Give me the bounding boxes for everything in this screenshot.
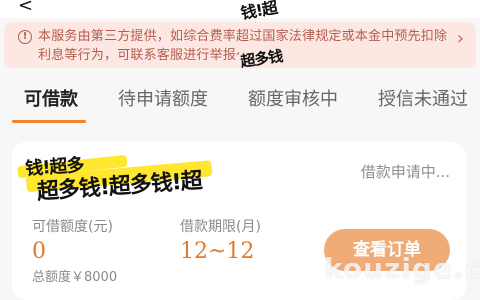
handwritten-stamp-top: 钱!超 <box>239 0 279 23</box>
loan-status-tabs: 可借款 待申请额度 额度审核中 授信未通过 <box>0 78 480 128</box>
tab-credit-failed[interactable]: 授信未通过 <box>378 88 468 116</box>
loan-application-status: 借款申请中... <box>360 163 450 181</box>
tab-limit-review[interactable]: 额度审核中 <box>248 88 338 116</box>
loan-term-value: 12~12 <box>180 239 255 264</box>
tab-pending-limit[interactable]: 待申请额度 <box>118 88 208 116</box>
top-navigation-strip: < 钱!超 <box>0 0 480 23</box>
chevron-right-icon[interactable]: › <box>457 30 464 48</box>
handwritten-highlight-stamp: 钱!超多 超多钱!超多钱!超 <box>16 143 230 208</box>
loan-term-label: 借款期限(月) <box>180 219 261 235</box>
site-watermark: kouzige.c <box>324 252 480 285</box>
active-tab-indicator <box>12 120 86 123</box>
compliance-notice[interactable]: ! 本服务由第三方提供，如综合费率超过国家法律规定或本金中预先扣除利息等行为，可… <box>4 22 476 68</box>
credit-limit-value: 0 <box>32 239 46 264</box>
total-limit: 总额度￥8000 <box>32 270 118 285</box>
tab-available-loan[interactable]: 可借款 <box>24 88 78 116</box>
info-circle-icon: ! <box>18 30 32 44</box>
loan-app-screen: < 钱!超 ! 本服务由第三方提供，如综合费率超过国家法律规定或本金中预先扣除利… <box>0 0 480 300</box>
credit-limit-label: 可借额度(元) <box>32 219 113 235</box>
back-icon[interactable]: < <box>18 0 33 15</box>
